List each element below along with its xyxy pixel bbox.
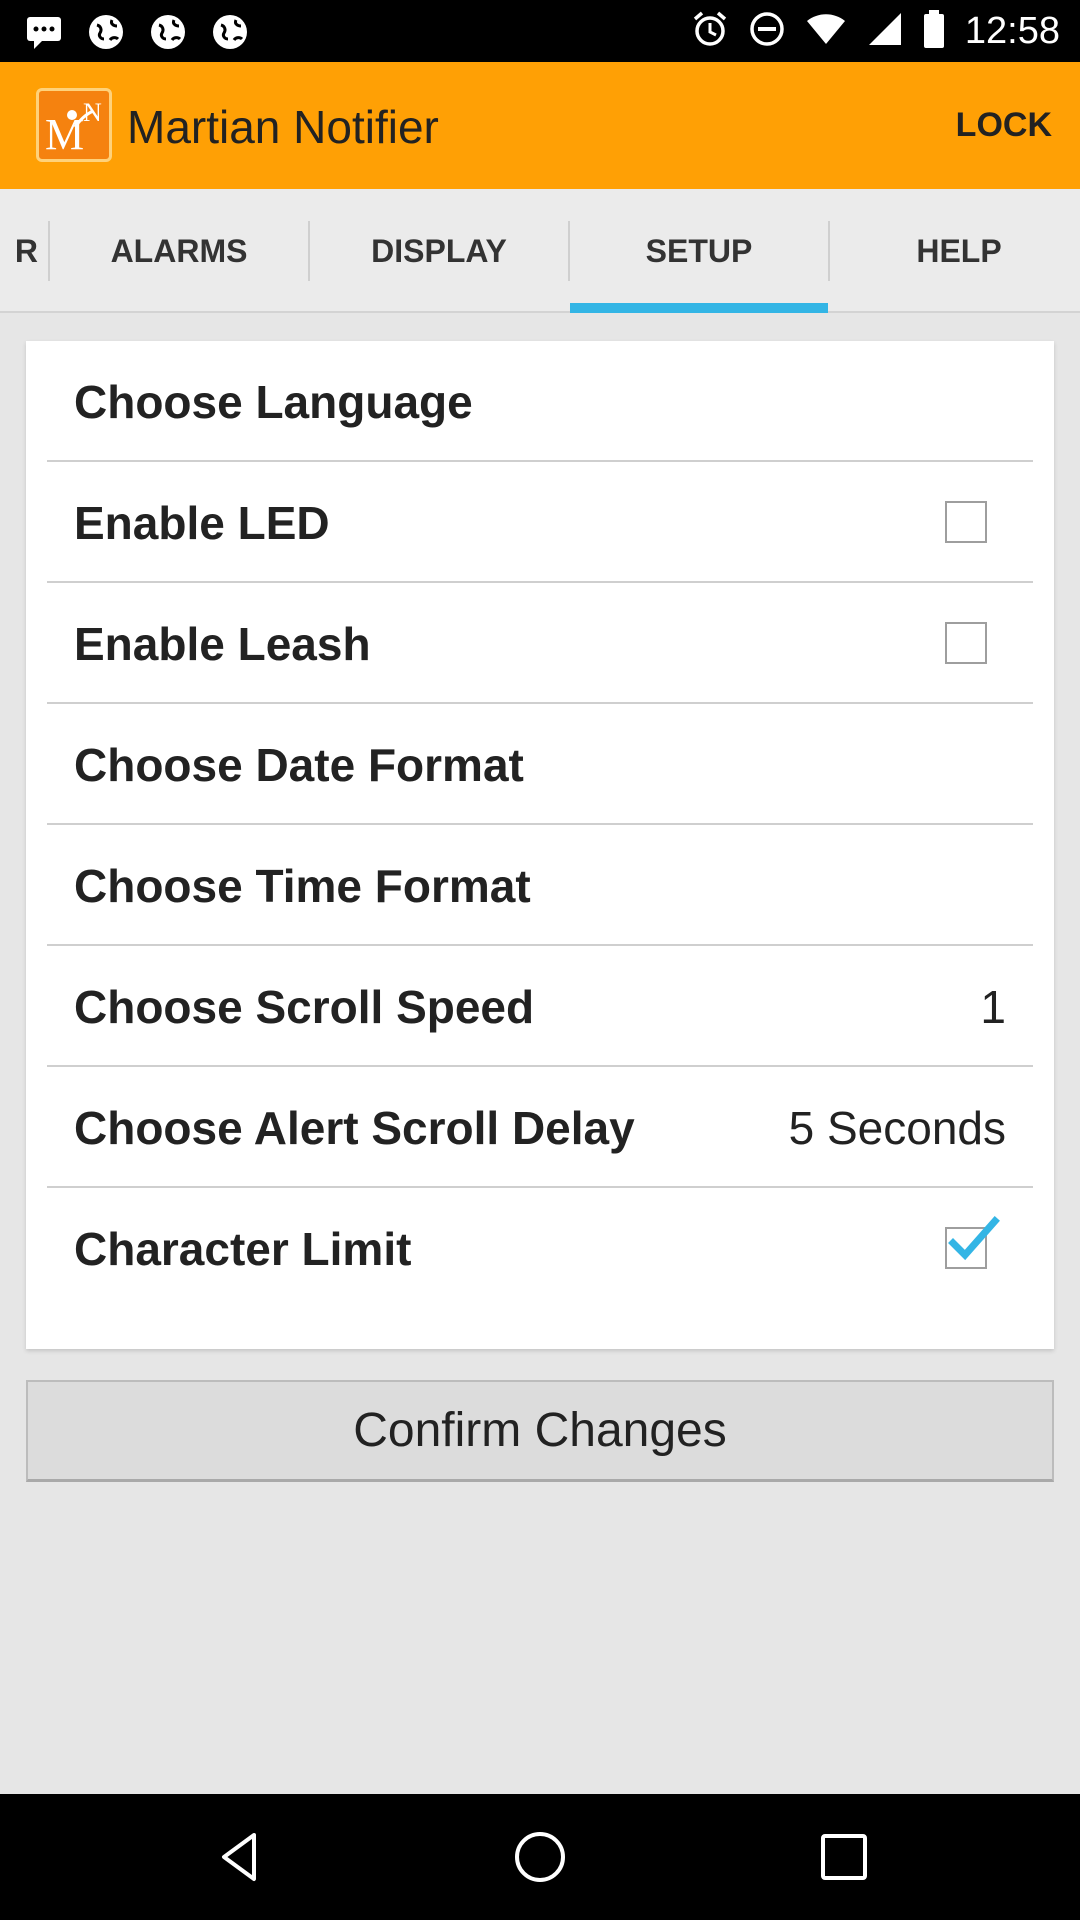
tab-label: R	[14, 232, 38, 269]
setting-label: Choose Date Format	[74, 739, 524, 791]
tab-label: HELP	[916, 232, 1002, 269]
app-title: Martian Notifier	[127, 101, 439, 153]
tab-alarms[interactable]: ALARMS	[50, 189, 308, 313]
globe-icon	[208, 10, 252, 54]
settings-card: Choose Language Enable LED Enable Leash …	[26, 341, 1054, 1349]
setting-label: Enable LED	[74, 497, 330, 549]
app-bar: M N Martian Notifier LOCK	[0, 62, 1080, 189]
do-not-disturb-icon	[749, 11, 785, 52]
notification-icons	[22, 10, 252, 54]
back-icon[interactable]	[210, 1827, 270, 1887]
confirm-changes-button[interactable]: Confirm Changes	[26, 1380, 1054, 1482]
navigation-bar	[0, 1794, 1080, 1920]
setting-enable-leash[interactable]: Enable Leash	[47, 583, 1033, 704]
tab-label: ALARMS	[110, 232, 248, 269]
status-bar: 12:58	[0, 0, 1080, 62]
tab-label: DISPLAY	[371, 232, 507, 269]
system-icons: 12:58	[691, 0, 1060, 62]
tab-display[interactable]: DISPLAY	[310, 189, 568, 313]
svg-text:M: M	[45, 110, 84, 159]
wifi-icon	[805, 11, 847, 52]
tab-selected-indicator	[570, 303, 828, 313]
scroll-speed-value: 1	[980, 981, 1006, 1033]
setting-label: Choose Time Format	[74, 860, 531, 912]
setting-character-limit[interactable]: Character Limit	[47, 1188, 1033, 1309]
enable-leash-checkbox[interactable]	[945, 622, 987, 664]
tab-bar: R ALARMS DISPLAY SETUP HELP	[0, 189, 1080, 313]
setting-label: Choose Language	[74, 376, 473, 428]
signal-icon	[867, 11, 903, 52]
character-limit-checkbox[interactable]	[945, 1216, 1000, 1269]
globe-icon	[146, 10, 190, 54]
tab-setup[interactable]: SETUP	[570, 189, 828, 313]
setting-choose-time-format[interactable]: Choose Time Format	[47, 825, 1033, 946]
battery-icon	[923, 9, 945, 53]
checkmark-icon	[948, 1216, 1000, 1261]
alert-scroll-delay-value: 5 Seconds	[788, 1102, 1006, 1154]
setting-enable-led[interactable]: Enable LED	[47, 462, 1033, 583]
app-logo: M N	[36, 88, 112, 162]
setting-label: Character Limit	[74, 1223, 412, 1275]
setting-label: Enable Leash	[74, 618, 371, 670]
setting-choose-date-format[interactable]: Choose Date Format	[47, 704, 1033, 825]
setting-label: Choose Alert Scroll Delay	[74, 1102, 635, 1154]
enable-led-checkbox[interactable]	[945, 501, 987, 543]
recents-icon[interactable]	[814, 1827, 874, 1887]
lock-button[interactable]: LOCK	[956, 106, 1052, 145]
setting-choose-alert-scroll-delay[interactable]: Choose Alert Scroll Delay 5 Seconds	[47, 1067, 1033, 1188]
tab-partial[interactable]: R	[0, 189, 48, 313]
tab-help[interactable]: HELP	[830, 189, 1080, 313]
status-time: 12:58	[964, 9, 1060, 52]
globe-icon	[84, 10, 128, 54]
message-icon	[22, 10, 66, 54]
setting-label: Choose Scroll Speed	[74, 981, 535, 1033]
setting-choose-scroll-speed[interactable]: Choose Scroll Speed 1	[47, 946, 1033, 1067]
setting-choose-language[interactable]: Choose Language	[47, 341, 1033, 462]
home-icon[interactable]	[510, 1827, 570, 1887]
tab-label: SETUP	[645, 232, 753, 269]
alarm-icon	[691, 10, 729, 53]
